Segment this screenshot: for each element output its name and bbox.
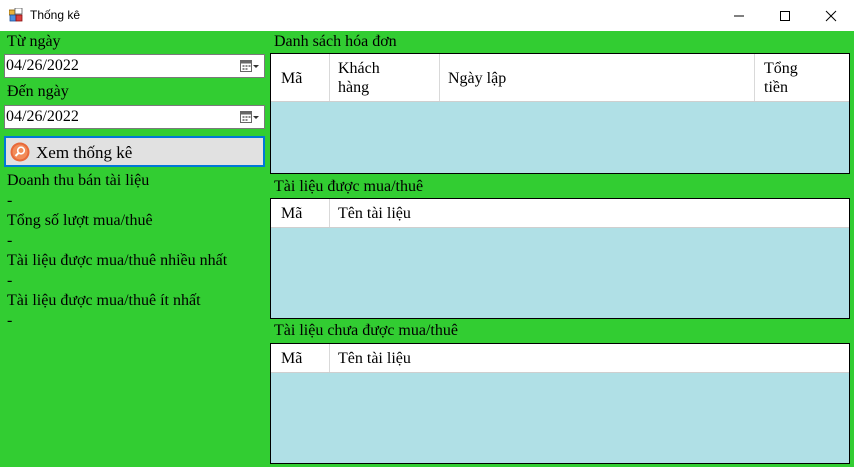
not-purchased-title: Tài liệu chưa được mua/thuê — [274, 322, 458, 339]
column-header-id[interactable]: Mã — [271, 54, 330, 101]
total-transactions-label: Tổng số lượt mua/thuê — [7, 212, 153, 229]
least-purchased-label: Tài liệu được mua/thuê ít nhất — [7, 292, 201, 309]
calendar-icon[interactable] — [240, 60, 260, 73]
column-header-customer[interactable]: Khách hàng — [330, 54, 440, 101]
least-purchased-value: - — [7, 312, 13, 329]
to-date-label: Đến ngày — [7, 83, 69, 100]
column-header-document-name[interactable]: Tên tài liệu — [330, 344, 849, 372]
app-icon — [9, 8, 23, 22]
close-icon — [825, 10, 837, 21]
column-header-total[interactable]: Tổng tiền — [755, 54, 849, 101]
minimize-button[interactable] — [716, 0, 762, 31]
column-header-date[interactable]: Ngày lập — [440, 54, 755, 101]
purchased-grid[interactable]: Mã Tên tài liệu — [270, 198, 850, 319]
view-statistics-label: Xem thống kê — [36, 143, 133, 162]
to-date-picker[interactable]: 04/26/2022 — [4, 105, 265, 129]
column-header-id[interactable]: Mã — [271, 199, 330, 227]
revenue-value: - — [7, 192, 13, 209]
minimize-icon — [734, 15, 744, 16]
not-purchased-header: Mã Tên tài liệu — [271, 344, 849, 373]
close-button[interactable] — [808, 0, 854, 31]
most-purchased-value: - — [7, 272, 13, 289]
not-purchased-grid[interactable]: Mã Tên tài liệu — [270, 343, 850, 464]
window-title: Thống kê — [30, 8, 81, 22]
title-bar: Thống kê — [0, 0, 854, 31]
maximize-button[interactable] — [762, 0, 808, 31]
maximize-icon — [780, 10, 790, 21]
from-date-picker[interactable]: 04/26/2022 — [4, 54, 265, 78]
column-header-document-name[interactable]: Tên tài liệu — [330, 199, 849, 227]
search-icon — [10, 142, 30, 162]
from-date-label: Từ ngày — [7, 33, 61, 50]
view-statistics-button[interactable]: Xem thống kê — [4, 136, 265, 167]
revenue-label: Doanh thu bán tài liệu — [7, 172, 150, 189]
to-date-value: 04/26/2022 — [6, 108, 79, 125]
purchased-header: Mã Tên tài liệu — [271, 199, 849, 228]
column-header-id[interactable]: Mã — [271, 344, 330, 372]
invoices-header: Mã Khách hàng Ngày lập Tổng tiền — [271, 54, 849, 102]
purchased-title: Tài liệu được mua/thuê — [274, 178, 424, 195]
invoices-title: Danh sách hóa đơn — [274, 33, 397, 50]
calendar-icon[interactable] — [240, 111, 260, 124]
total-transactions-value: - — [7, 232, 13, 249]
invoices-grid[interactable]: Mã Khách hàng Ngày lập Tổng tiền — [270, 53, 850, 174]
from-date-value: 04/26/2022 — [6, 57, 79, 74]
most-purchased-label: Tài liệu được mua/thuê nhiều nhất — [7, 252, 228, 269]
